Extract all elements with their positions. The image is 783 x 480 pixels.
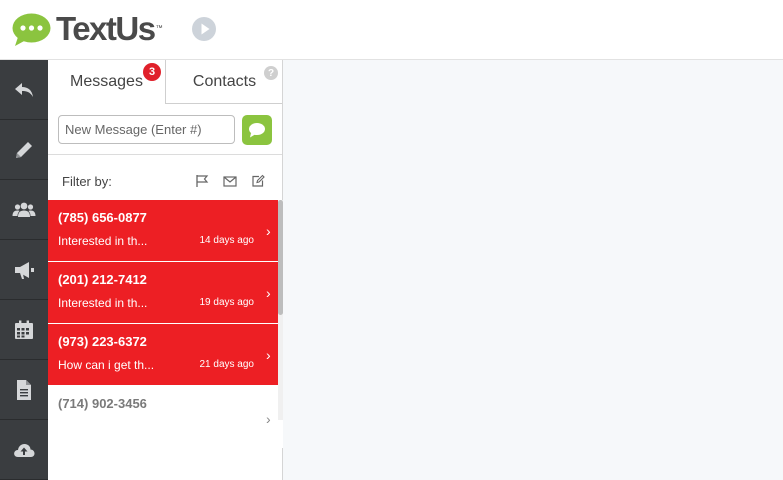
conversation-phone: (973) 223-6372: [58, 334, 147, 349]
unread-count-badge: 3: [143, 63, 161, 81]
filter-label: Filter by:: [62, 174, 112, 189]
users-icon: [12, 202, 36, 217]
reply-icon: [15, 82, 33, 97]
conversation-preview: How can i get th...: [58, 358, 155, 372]
chevron-right-icon: ›: [266, 285, 271, 301]
chat-bubble-logo-icon: [12, 13, 51, 46]
tab-contacts-label: Contacts: [192, 72, 257, 90]
conversation-time: 19 days ago: [199, 297, 255, 308]
chevron-right-icon: ›: [266, 347, 271, 363]
panel-tabs: Messages 3 Contacts ?: [48, 60, 282, 104]
sidebar-item-upload[interactable]: [0, 420, 48, 480]
flag-icon[interactable]: [195, 174, 209, 188]
new-message-row: [48, 104, 282, 155]
play-icon[interactable]: [192, 17, 216, 41]
new-message-send-button[interactable]: [242, 115, 272, 145]
top-bar: TextUs ™: [0, 0, 783, 60]
conversation-item[interactable]: (785) 656-0877 Interested in th... 14 da…: [48, 200, 278, 262]
help-icon[interactable]: ?: [264, 66, 278, 80]
envelope-icon[interactable]: [223, 174, 237, 188]
brand-name: TextUs: [56, 10, 156, 47]
sidebar-item-templates[interactable]: [0, 360, 48, 420]
document-icon: [17, 379, 31, 400]
conversation-time: 21 days ago: [199, 359, 255, 370]
sidebar-item-schedule[interactable]: [0, 300, 48, 360]
conversation-phone: (785) 656-0877: [58, 210, 147, 225]
edit-icon[interactable]: [251, 174, 265, 188]
conversation-detail-pane: [283, 60, 783, 480]
conversation-item[interactable]: (201) 212-7412 Interested in th... 19 da…: [48, 262, 278, 324]
sidebar-item-broadcast[interactable]: [0, 240, 48, 300]
sidebar-item-compose[interactable]: [0, 120, 48, 180]
cloud-upload-icon: [14, 443, 35, 457]
chat-bubble-icon: [249, 123, 265, 138]
conversation-list: (785) 656-0877 Interested in th... 14 da…: [48, 200, 283, 448]
calendar-icon: [15, 320, 33, 339]
conversation-item[interactable]: (973) 223-6372 How can i get th... 21 da…: [48, 324, 278, 386]
conversation-phone: (714) 902-3456: [58, 396, 147, 411]
megaphone-icon: [15, 261, 34, 279]
textus-logo[interactable]: TextUs ™: [12, 10, 163, 48]
tab-contacts[interactable]: Contacts: [165, 60, 282, 104]
chevron-right-icon: ›: [266, 223, 271, 239]
sidebar: [0, 60, 48, 480]
pencil-icon: [16, 141, 32, 158]
conversation-item[interactable]: (714) 902-3456 ›: [48, 386, 283, 448]
trademark: ™: [155, 25, 163, 32]
sidebar-item-reply[interactable]: [0, 60, 48, 120]
conversation-time: 14 days ago: [199, 235, 255, 246]
sidebar-item-contacts[interactable]: [0, 180, 48, 240]
new-message-input[interactable]: [58, 115, 235, 144]
chevron-right-icon: ›: [266, 411, 271, 427]
tab-messages-label: Messages: [70, 73, 143, 90]
conversation-preview: Interested in th...: [58, 296, 148, 310]
conversation-phone: (201) 212-7412: [58, 272, 147, 287]
conversation-preview: Interested in th...: [58, 234, 148, 248]
